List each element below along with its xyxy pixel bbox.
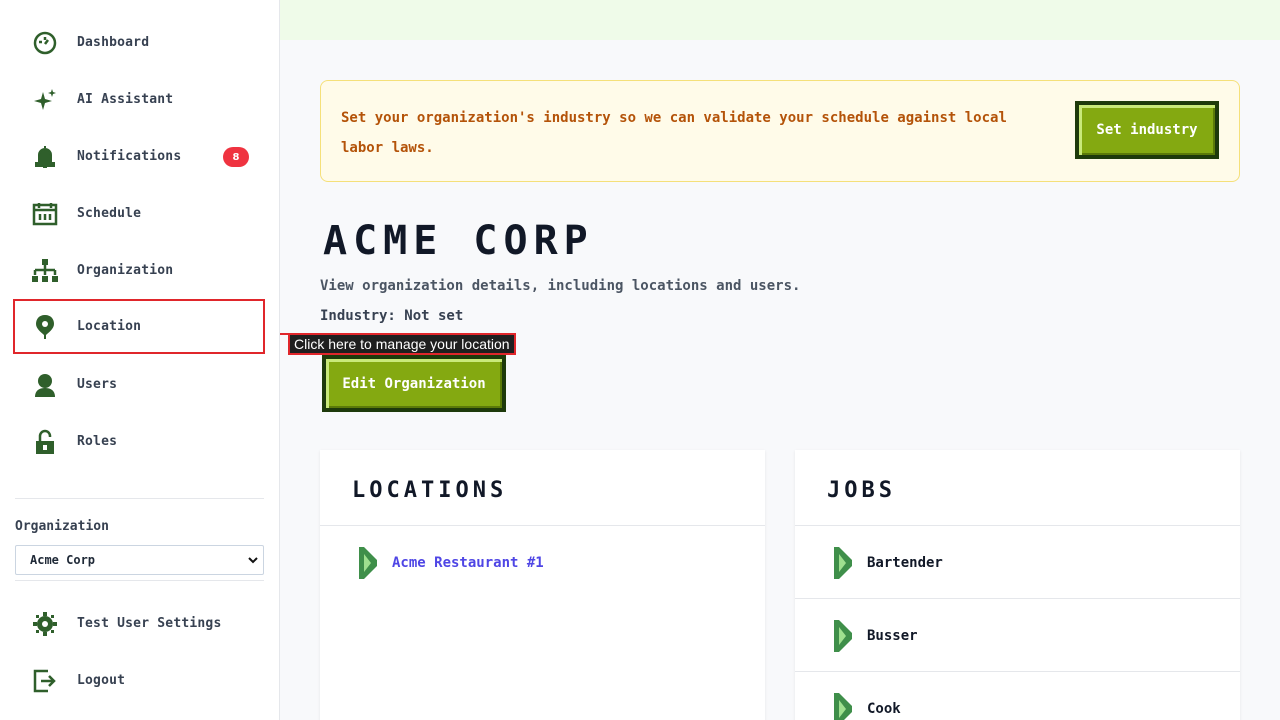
sidebar-item-more[interactable]	[14, 472, 264, 498]
sidebar-item-label: Test User Settings	[77, 616, 222, 631]
location-link[interactable]: Acme Restaurant #1	[392, 555, 544, 571]
notification-count-badge: 8	[223, 147, 249, 167]
gear-icon	[32, 611, 58, 637]
sidebar-item-label: AI Assistant	[77, 92, 174, 107]
location-tooltip: Click here to manage your location	[288, 333, 516, 355]
sidebar-item-location[interactable]: Location	[13, 299, 265, 354]
user-icon	[32, 372, 58, 398]
sidebar-item-schedule[interactable]: Schedule	[14, 187, 264, 240]
calendar-icon	[32, 201, 58, 227]
job-name: Bartender	[867, 554, 943, 571]
play-arrow-icon	[834, 692, 852, 720]
sidebar-item-test-user-settings[interactable]: Test User Settings	[14, 597, 264, 650]
organization-select[interactable]: Acme Corp	[15, 545, 264, 575]
sidebar-nav: Dashboard AI Assistant Notifications 8 S…	[0, 0, 280, 498]
page-description: View organization details, including loc…	[320, 278, 801, 294]
job-name: Cook	[867, 700, 901, 717]
logout-icon	[32, 668, 58, 694]
bell-icon	[32, 144, 58, 170]
job-list-item[interactable]: Cook	[795, 672, 1240, 720]
dashboard-icon	[32, 30, 58, 56]
sidebar-item-label: Users	[77, 377, 118, 392]
main-content: Set your organization's industry so we c…	[280, 0, 1280, 720]
sidebar-item-logout[interactable]: Logout	[14, 654, 264, 707]
unlock-icon	[32, 429, 58, 455]
sidebar-item-users[interactable]: Users	[14, 358, 264, 411]
location-list-item[interactable]: Acme Restaurant #1	[320, 526, 765, 599]
sidebar: Dashboard AI Assistant Notifications 8 S…	[0, 0, 280, 720]
org-chart-icon	[32, 258, 58, 284]
jobs-card: JOBS Bartender Busser Cook	[795, 450, 1240, 720]
map-pin-icon	[32, 314, 58, 340]
sidebar-item-label: Roles	[77, 434, 118, 449]
play-arrow-icon	[834, 546, 852, 579]
sidebar-item-dashboard[interactable]: Dashboard	[14, 16, 264, 69]
sidebar-item-label: Notifications	[77, 149, 182, 164]
sidebar-item-roles[interactable]: Roles	[14, 415, 264, 468]
job-list-item[interactable]: Bartender	[795, 526, 1240, 599]
sidebar-item-ai-assistant[interactable]: AI Assistant	[14, 73, 264, 126]
briefcase-icon	[32, 486, 58, 499]
page-title: ACME CORP	[323, 218, 594, 264]
sidebar-divider	[15, 498, 264, 499]
job-name: Busser	[867, 627, 918, 644]
sidebar-item-label: Logout	[77, 673, 126, 688]
set-industry-button[interactable]: Set industry	[1075, 101, 1219, 159]
alert-message: Set your organization's industry so we c…	[341, 110, 1007, 156]
sidebar-item-organization[interactable]: Organization	[14, 244, 264, 297]
jobs-card-title: JOBS	[827, 478, 896, 503]
tooltip-arrow-line	[280, 333, 288, 335]
sidebar-item-label: Organization	[77, 263, 174, 278]
chevron-down-icon	[247, 554, 259, 566]
play-arrow-icon	[359, 546, 377, 579]
sidebar-item-notifications[interactable]: Notifications 8	[14, 130, 264, 183]
locations-card: LOCATIONS Acme Restaurant #1	[320, 450, 765, 720]
sparkle-icon	[32, 87, 58, 113]
organization-select-value: Acme Corp	[30, 553, 96, 567]
top-band	[280, 0, 1280, 40]
industry-status: Industry: Not set	[320, 308, 464, 324]
sidebar-item-label: Location	[77, 319, 142, 334]
organization-label: Organization	[15, 519, 109, 534]
sidebar-item-label: Dashboard	[77, 35, 150, 50]
job-list-item[interactable]: Busser	[795, 599, 1240, 672]
sidebar-item-label: Schedule	[77, 206, 142, 221]
locations-card-title: LOCATIONS	[352, 478, 508, 503]
edit-organization-button[interactable]: Edit Organization	[322, 355, 506, 412]
industry-alert: Set your organization's industry so we c…	[320, 80, 1240, 182]
play-arrow-icon	[834, 619, 852, 652]
sidebar-divider	[15, 580, 264, 581]
